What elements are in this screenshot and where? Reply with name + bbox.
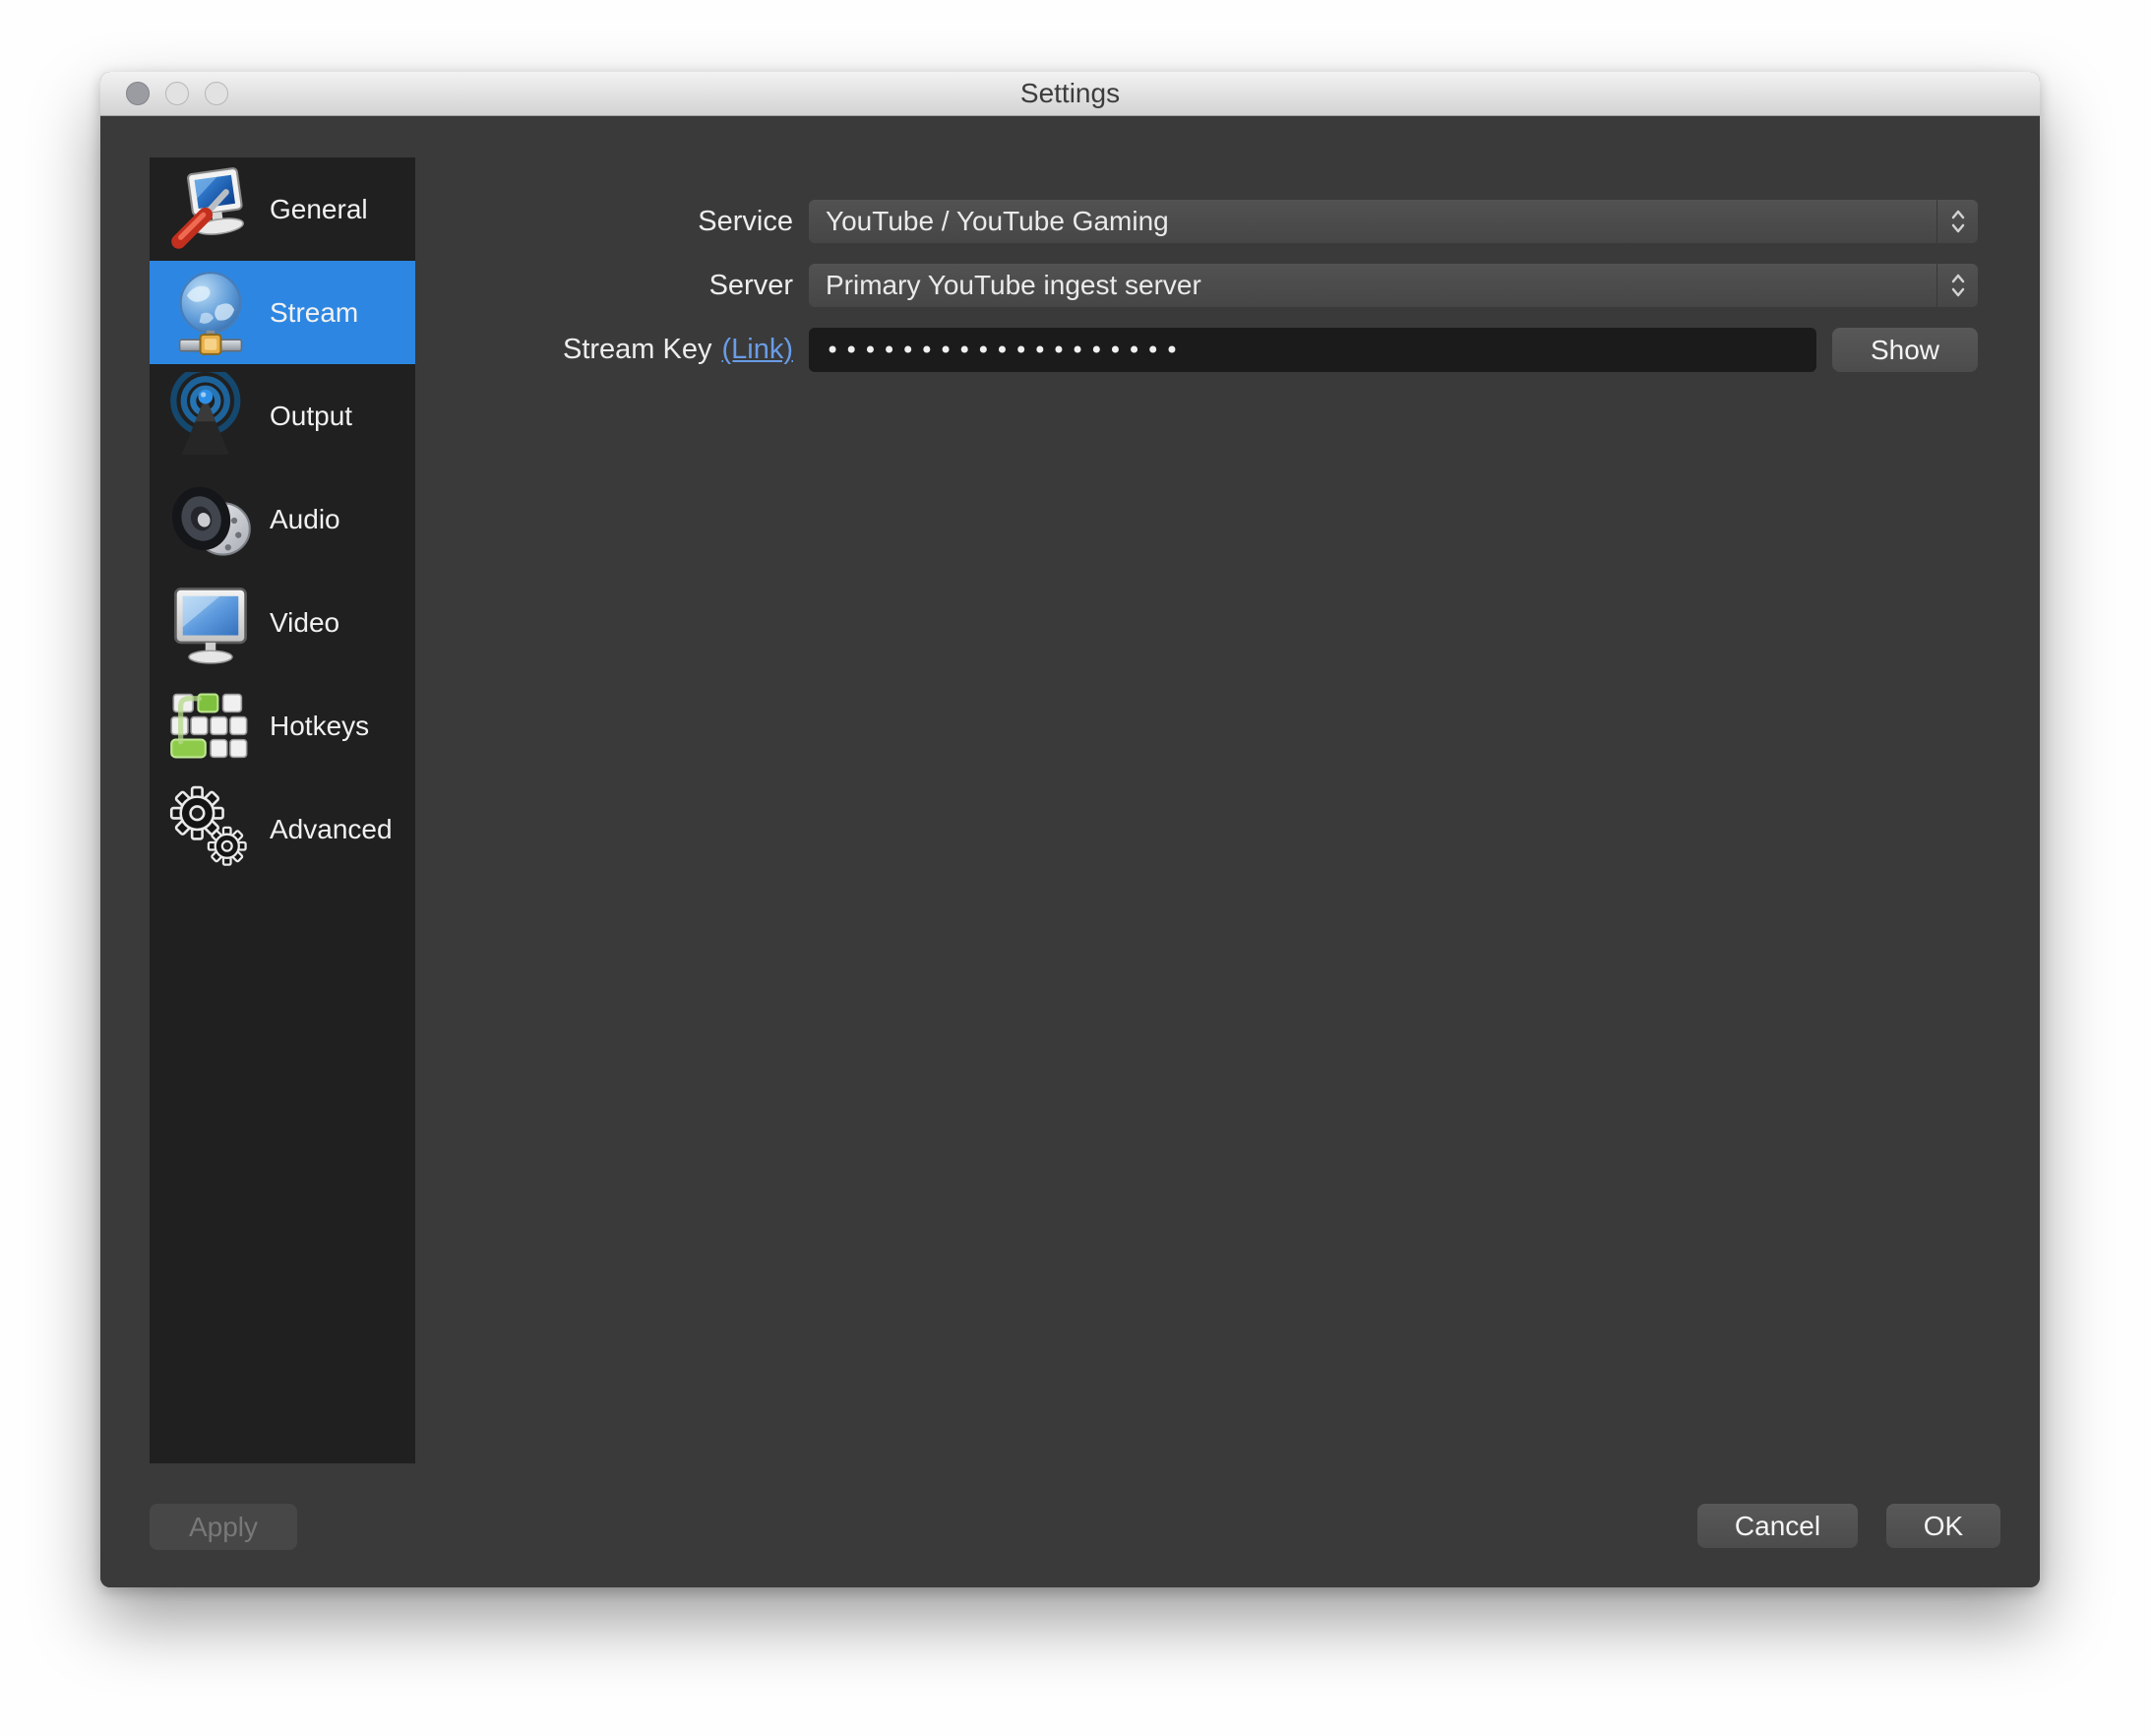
audio-speaker-icon bbox=[163, 472, 258, 567]
sidebar-item-advanced[interactable]: Advanced bbox=[150, 777, 415, 881]
video-monitor-icon bbox=[163, 576, 258, 670]
stream-key-link[interactable]: (Link) bbox=[721, 334, 793, 366]
sidebar-item-audio[interactable]: Audio bbox=[150, 467, 415, 571]
sidebar-item-label: Video bbox=[270, 606, 340, 638]
titlebar: Settings bbox=[100, 72, 2040, 116]
sidebar-item-label: Hotkeys bbox=[270, 710, 370, 741]
server-label: Server bbox=[708, 270, 793, 301]
server-dropdown[interactable]: Primary YouTube ingest server bbox=[809, 264, 1978, 307]
show-key-button[interactable]: Show bbox=[1832, 328, 1978, 372]
sidebar-item-label: Output bbox=[270, 400, 353, 431]
service-dropdown-stepper-icon[interactable] bbox=[1936, 200, 1978, 243]
close-icon[interactable] bbox=[126, 82, 150, 105]
output-broadcast-icon bbox=[163, 369, 258, 464]
apply-button[interactable]: Apply bbox=[150, 1504, 297, 1550]
sidebar-item-label: Advanced bbox=[270, 813, 393, 844]
service-row: Service YouTube / YouTube Gaming bbox=[100, 200, 2040, 244]
service-dropdown-value: YouTube / YouTube Gaming bbox=[826, 206, 1169, 236]
ok-button[interactable]: OK bbox=[1886, 1504, 2000, 1548]
server-dropdown-stepper-icon[interactable] bbox=[1936, 264, 1978, 307]
stream-key-row: Stream Key (Link) Show bbox=[100, 328, 2040, 372]
sidebar-item-hotkeys[interactable]: Hotkeys bbox=[150, 674, 415, 777]
settings-window: Settings General Stream Output Audio Vid… bbox=[100, 72, 2040, 1587]
stream-key-input[interactable] bbox=[809, 328, 1816, 372]
server-dropdown-value: Primary YouTube ingest server bbox=[826, 270, 1201, 300]
server-row: Server Primary YouTube ingest server bbox=[100, 264, 2040, 308]
traffic-lights bbox=[126, 82, 228, 105]
maximize-icon[interactable] bbox=[205, 82, 228, 105]
service-dropdown[interactable]: YouTube / YouTube Gaming bbox=[809, 200, 1978, 243]
hotkeys-keyboard-icon bbox=[163, 679, 258, 774]
window-title: Settings bbox=[1019, 78, 1121, 108]
service-label: Service bbox=[698, 206, 793, 237]
stream-key-label: Stream Key bbox=[562, 334, 712, 365]
sidebar-item-label: Audio bbox=[270, 503, 340, 534]
cancel-button[interactable]: Cancel bbox=[1697, 1504, 1858, 1548]
sidebar-item-video[interactable]: Video bbox=[150, 571, 415, 674]
minimize-icon[interactable] bbox=[165, 82, 189, 105]
advanced-gears-icon bbox=[163, 782, 258, 877]
sidebar-item-output[interactable]: Output bbox=[150, 364, 415, 467]
settings-content: General Stream Output Audio Video Hotkey… bbox=[100, 116, 2040, 1587]
